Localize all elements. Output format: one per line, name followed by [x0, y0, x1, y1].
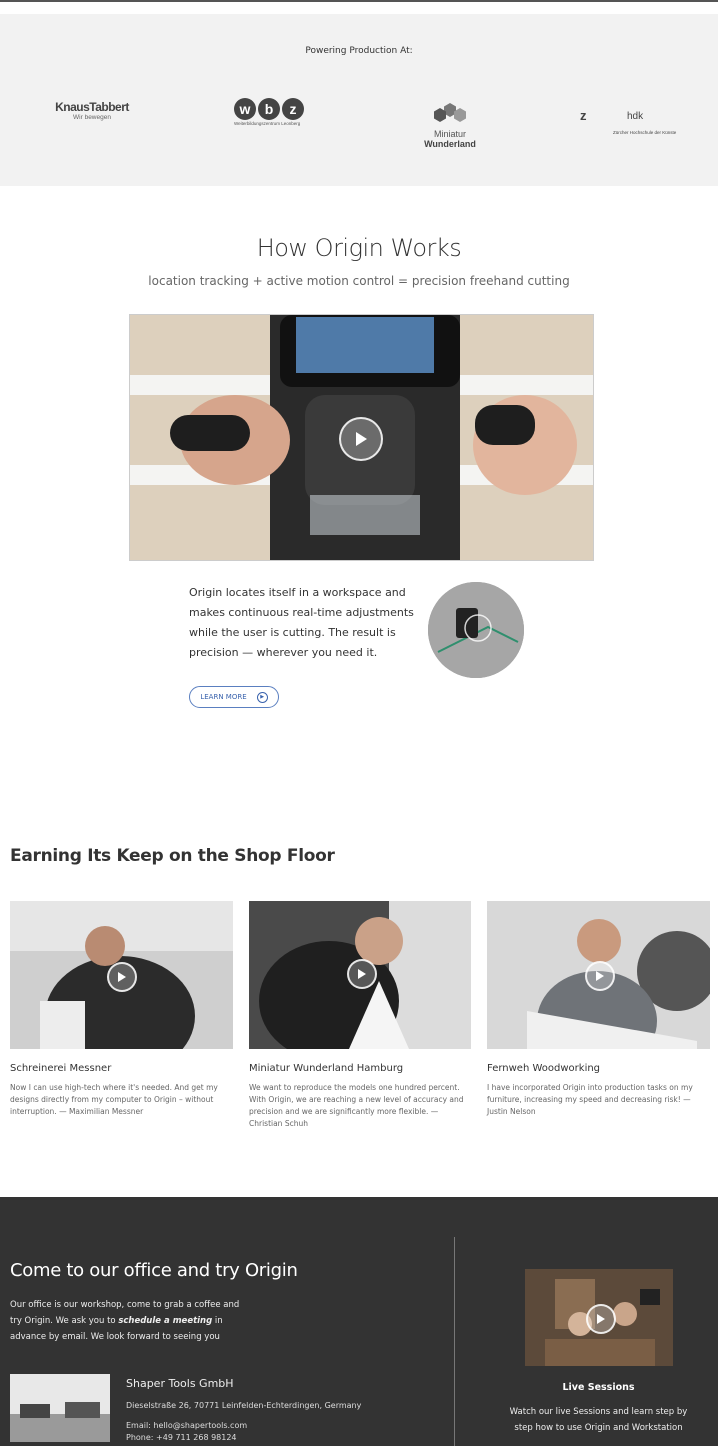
footer-title: Come to our office and try Origin — [10, 1260, 298, 1281]
top-divider — [0, 0, 718, 2]
live-sessions-title: Live Sessions — [562, 1382, 635, 1393]
testimonial-video[interactable] — [10, 901, 233, 1049]
zhdk-logo-z: z — [580, 108, 587, 123]
testimonial-quote: We want to reproduce the models one hund… — [249, 1083, 464, 1128]
play-icon[interactable] — [585, 961, 615, 991]
testimonial-card: Schreinerei Messner Now I can use high-t… — [10, 901, 233, 1118]
office-image — [10, 1374, 110, 1442]
schedule-meeting-link[interactable]: schedule a meeting — [118, 1316, 212, 1326]
testimonial-name: Miniatur Wunderland Hamburg — [249, 1063, 404, 1074]
play-icon[interactable] — [347, 959, 377, 989]
testimonial-card: Miniatur Wunderland Hamburg We want to r… — [249, 901, 471, 1130]
knaus-tabbert-logo: KnausTabbert Wir bewegen — [50, 100, 134, 121]
live-sessions-video[interactable] — [525, 1269, 673, 1366]
testimonial-quote: Now I can use high-tech where it's neede… — [10, 1083, 218, 1116]
hexagon-icon — [434, 103, 466, 122]
footer-section: Come to our office and try Origin Our of… — [0, 1197, 718, 1446]
testimonial-video[interactable] — [487, 901, 710, 1049]
miniatur-wunderland-logo: Miniatur Wunderland — [420, 102, 480, 149]
testimonial-quote: I have incorporated Origin into producti… — [487, 1083, 693, 1116]
footer-divider — [454, 1237, 455, 1446]
testimonial-name: Schreinerei Messner — [10, 1063, 112, 1074]
learn-more-label: LEARN MORE — [200, 693, 247, 701]
zhdk-logo-hdk: hdk — [627, 111, 644, 122]
company-name: Shaper Tools GmbH — [126, 1377, 234, 1390]
wbz-logo: w b z Weiterbildungszentrum Leonberg — [234, 98, 306, 126]
miniatur-logo-line2: Wunderland — [424, 139, 476, 149]
company-address: Dieselstraße 26, 70771 Leinfelden-Echter… — [126, 1401, 362, 1410]
learn-more-button[interactable]: LEARN MORE ▶ — [189, 686, 279, 708]
earning-title: Earning Its Keep on the Shop Floor — [10, 846, 335, 866]
company-phone[interactable]: Phone: +49 711 268 98124 — [126, 1433, 237, 1442]
powering-production-section: Powering Production At: KnausTabbert Wir… — [0, 14, 718, 186]
powering-label: Powering Production At: — [305, 46, 413, 56]
origin-circle-animation[interactable] — [428, 582, 524, 678]
play-circle-icon: ▶ — [256, 691, 268, 703]
how-origin-works-title: How Origin Works — [256, 234, 462, 262]
wbz-logo-sub: Weiterbildungszentrum Leonberg — [234, 121, 301, 126]
live-sessions-text: Watch our live Sessions and learn step b… — [509, 1407, 688, 1433]
play-icon[interactable] — [339, 417, 383, 461]
miniatur-logo-line1: Miniatur — [433, 129, 466, 139]
how-origin-works-subtitle: location tracking + active motion contro… — [148, 274, 570, 288]
play-icon[interactable] — [586, 1304, 616, 1334]
company-email[interactable]: Email: hello@shapertools.com — [126, 1421, 247, 1430]
origin-description: Origin locates itself in a workspace and… — [189, 586, 414, 659]
wbz-letter-z: z — [282, 98, 304, 120]
knaus-logo-tagline: Wir bewegen — [73, 114, 111, 121]
wbz-letter-b: b — [258, 98, 280, 120]
wbz-letter-w: w — [234, 98, 256, 120]
knaus-logo-name: KnausTabbert — [55, 100, 129, 114]
testimonial-name: Fernweh Woodworking — [487, 1063, 601, 1074]
zhdk-logo-sub: Zürcher Hochschule der Künste — [613, 130, 677, 135]
testimonial-card: Fernweh Woodworking I have incorporated … — [487, 901, 710, 1118]
footer-text: Our office is our workshop, come to grab… — [10, 1297, 250, 1345]
play-icon[interactable] — [107, 962, 137, 992]
testimonial-video[interactable] — [249, 901, 471, 1049]
how-origin-works-video[interactable] — [129, 314, 594, 561]
